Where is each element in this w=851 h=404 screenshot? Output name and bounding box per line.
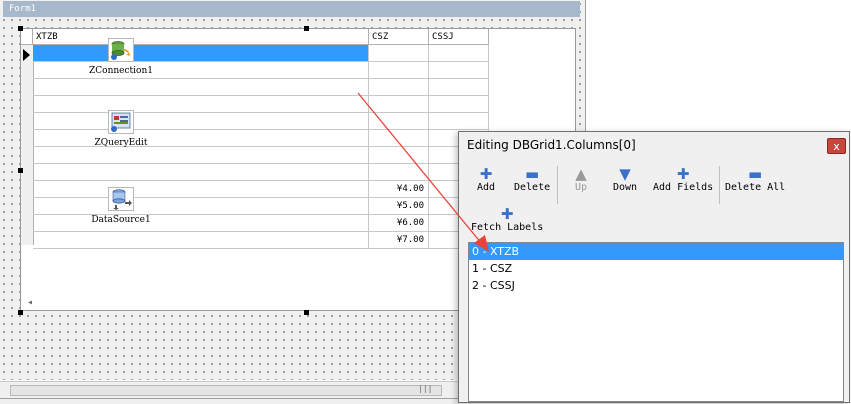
selection-handle[interactable] — [304, 26, 309, 31]
delete-label: Delete — [514, 182, 551, 193]
arrow-up-icon: ▲ — [575, 165, 587, 183]
cell-xtzb[interactable] — [33, 79, 369, 96]
cell-cssj[interactable] — [429, 79, 489, 96]
sql-query-icon — [108, 110, 134, 134]
fetch-labels-label: Fetch Labels — [471, 222, 544, 233]
add-button[interactable]: ✚ Add — [477, 166, 495, 193]
cell-csz[interactable] — [369, 62, 429, 79]
plus-icon: ✚ — [676, 165, 690, 183]
cell-cssj[interactable] — [429, 62, 489, 79]
add-fields-button[interactable]: ✚ Add Fields — [653, 166, 713, 193]
database-connection-icon — [108, 38, 134, 62]
list-item[interactable]: 0 - XTZB — [469, 243, 843, 260]
component-label: ZQueryEdit — [94, 138, 148, 148]
columns-listbox[interactable]: 0 - XTZB 1 - CSZ 2 - CSSJ — [468, 242, 844, 402]
cell-xtzb[interactable] — [33, 232, 369, 249]
delete-button[interactable]: ▬ Delete — [514, 166, 550, 193]
minus-icon: ▬ — [748, 165, 763, 183]
component-zconnection[interactable]: ZConnection1 — [61, 38, 181, 76]
table-row[interactable] — [21, 79, 489, 96]
up-button[interactable]: ▲ Up — [575, 166, 587, 193]
datasource-icon — [108, 187, 134, 211]
scrollbar-thumb[interactable] — [10, 385, 442, 396]
component-zquery[interactable]: ZQueryEdit — [61, 110, 181, 148]
delete-all-button[interactable]: ▬ Delete All — [725, 166, 785, 193]
cell-csz[interactable] — [369, 45, 429, 62]
cell-csz[interactable] — [369, 113, 429, 130]
minus-icon: ▬ — [524, 165, 540, 183]
toolbar-separator — [719, 166, 720, 204]
cell-csz[interactable]: ¥7.00 — [369, 232, 429, 249]
arrow-down-icon: ▼ — [619, 165, 631, 183]
cell-csz[interactable]: ¥4.00 — [369, 181, 429, 198]
table-row[interactable] — [21, 147, 489, 164]
cell-csz[interactable] — [369, 130, 429, 147]
scroll-left-icon[interactable]: ◂ — [27, 297, 33, 308]
list-item[interactable]: 2 - CSSJ — [469, 277, 843, 294]
component-label: ZConnection1 — [89, 66, 153, 76]
editor-toolbar: ✚ Add ▬ Delete ▲ Up ▼ Down ✚ Add Fields … — [465, 162, 845, 238]
cell-csz[interactable] — [369, 147, 429, 164]
selection-handle[interactable] — [18, 26, 23, 31]
close-icon: x — [833, 140, 840, 153]
selection-handle[interactable] — [18, 310, 23, 315]
selection-handle[interactable] — [18, 168, 23, 173]
down-label: Down — [613, 182, 638, 193]
cell-csz[interactable]: ¥6.00 — [369, 215, 429, 232]
selection-handle[interactable] — [304, 310, 309, 315]
component-label: DataSource1 — [91, 215, 151, 225]
columns-editor-window[interactable]: Editing DBGrid1.Columns[0] x ✚ Add ▬ Del… — [458, 131, 850, 403]
current-row-arrow-icon — [23, 49, 30, 61]
fetch-labels-button[interactable]: ✚ Fetch Labels — [471, 206, 543, 233]
grid-header-indicator — [21, 29, 33, 45]
cell-csz[interactable] — [369, 79, 429, 96]
grid-header-csz[interactable]: CSZ — [369, 29, 429, 45]
form-caption: Form1 — [3, 1, 580, 17]
cell-csz[interactable]: ¥5.00 — [369, 198, 429, 215]
cell-cssj[interactable] — [429, 45, 489, 62]
up-label: Up — [575, 182, 588, 193]
add-fields-label: Add Fields — [653, 182, 714, 193]
add-label: Add — [477, 182, 496, 193]
component-datasource[interactable]: DataSource1 — [61, 187, 181, 225]
plus-icon: ✚ — [500, 205, 514, 223]
scrollbar-grip-icon: ||| — [418, 384, 433, 393]
cell-xtzb[interactable] — [33, 147, 369, 164]
delete-all-label: Delete All — [725, 182, 786, 193]
down-button[interactable]: ▼ Down — [613, 166, 637, 193]
editor-title: Editing DBGrid1.Columns[0] — [467, 138, 636, 152]
grid-header-cssj[interactable]: CSSJ — [429, 29, 489, 45]
list-item[interactable]: 1 - CSZ — [469, 260, 843, 277]
close-button[interactable]: x — [827, 138, 846, 154]
table-row[interactable]: ¥7.00 — [21, 232, 489, 249]
cell-cssj[interactable] — [429, 96, 489, 113]
cell-csz[interactable] — [369, 164, 429, 181]
form-horizontal-scrollbar[interactable]: ||| — [0, 381, 460, 398]
cell-csz[interactable] — [369, 96, 429, 113]
toolbar-separator — [557, 166, 558, 204]
cell-cssj[interactable] — [429, 113, 489, 130]
plus-icon: ✚ — [479, 165, 493, 183]
status-bar — [0, 398, 460, 404]
cell-xtzb[interactable] — [33, 164, 369, 181]
table-row[interactable] — [21, 164, 489, 181]
